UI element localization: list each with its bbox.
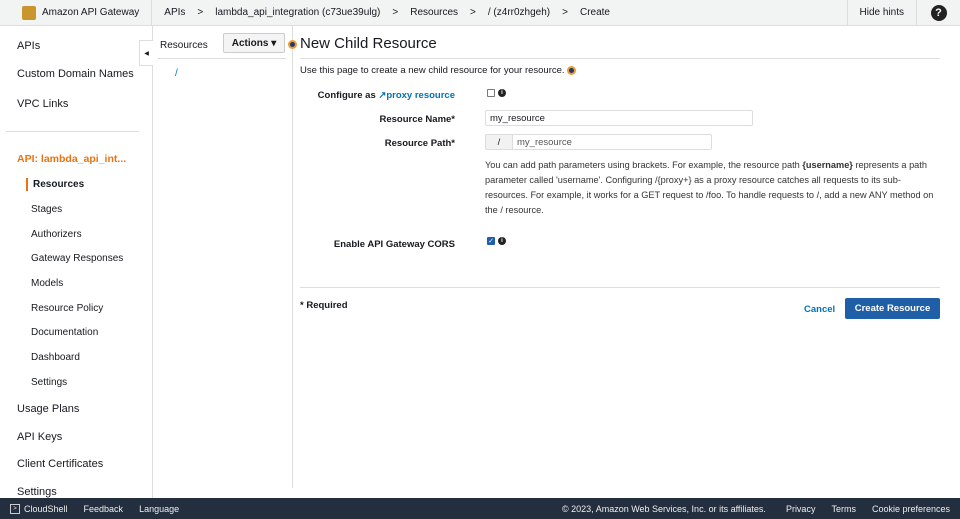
- create-resource-button[interactable]: Create Resource: [845, 298, 940, 319]
- caret-left-icon: ◀: [144, 50, 149, 57]
- resource-path-input[interactable]: my_resource: [512, 134, 712, 150]
- tree-root-resource[interactable]: /: [175, 68, 178, 79]
- divider: [300, 287, 940, 288]
- copyright: © 2023, Amazon Web Services, Inc. or its…: [562, 503, 766, 514]
- sidebar-item-models[interactable]: Models: [31, 278, 63, 289]
- divider: [158, 58, 286, 59]
- sidebar-item-resource-policy[interactable]: Resource Policy: [31, 303, 103, 314]
- terms-link[interactable]: Terms: [831, 504, 856, 514]
- actions-dropdown[interactable]: Actions ▾: [223, 33, 285, 53]
- separator: >: [470, 7, 476, 18]
- crumb-api[interactable]: lambda_api_integration (c73ue39ulg): [215, 7, 380, 18]
- intro-label: Use this page to create a new child reso…: [300, 65, 565, 76]
- separator: >: [392, 7, 399, 18]
- sidebar-item-stages[interactable]: Stages: [31, 204, 62, 215]
- divider: [6, 131, 139, 132]
- sidebar-item-authorizers[interactable]: Authorizers: [31, 229, 82, 240]
- sidebar-item-vpc-links[interactable]: VPC Links: [17, 98, 68, 110]
- info-icon[interactable]: i: [498, 89, 506, 97]
- sidebar-api-name[interactable]: API: lambda_api_int...: [17, 153, 126, 165]
- sidebar-item-dashboard[interactable]: Dashboard: [31, 352, 80, 363]
- sidebar: APIs Custom Domain Names VPC Links API: …: [0, 26, 153, 498]
- cloudshell-icon: >: [10, 503, 20, 514]
- breadcrumb: APIs > lambda_api_integration (c73ue39ulg…: [152, 7, 846, 18]
- crumb-resources[interactable]: Resources: [410, 7, 458, 18]
- required-note: * Required: [300, 300, 348, 311]
- help-part: You can add path parameters using bracke…: [485, 160, 803, 170]
- hide-hints-button[interactable]: Hide hints: [846, 0, 916, 26]
- proxy-label: Configure as ↗proxy resource: [300, 90, 455, 101]
- footer: > CloudShell Feedback Language © 2023, A…: [0, 498, 960, 519]
- hint-dot-icon[interactable]: [567, 65, 577, 75]
- sidebar-item-api-settings[interactable]: Settings: [31, 377, 67, 388]
- cloudshell-button[interactable]: CloudShell: [24, 504, 68, 514]
- cors-label: Enable API Gateway CORS: [333, 239, 455, 250]
- collapse-sidebar-button[interactable]: ◀: [139, 40, 153, 66]
- sidebar-item-resources[interactable]: Resources: [33, 179, 84, 190]
- hint-dot-icon[interactable]: [288, 40, 297, 49]
- resource-path-label: Resource Path*: [384, 138, 455, 149]
- sidebar-item-client-certificates[interactable]: Client Certificates: [17, 458, 103, 470]
- sidebar-item-api-keys[interactable]: API Keys: [17, 431, 62, 443]
- info-icon[interactable]: i: [498, 237, 506, 245]
- help-bold: {username}: [802, 160, 853, 170]
- help-button[interactable]: ?: [916, 0, 960, 26]
- crumb-apis[interactable]: APIs: [164, 7, 185, 18]
- sidebar-item-gateway-responses[interactable]: Gateway Responses: [31, 253, 123, 264]
- resource-tree: Resources Actions ▾ /: [153, 26, 293, 488]
- sidebar-item-usage-plans[interactable]: Usage Plans: [17, 403, 79, 415]
- proxy-prefix: Configure as: [317, 90, 376, 101]
- api-gateway-logo-icon: [22, 5, 36, 20]
- crumb-root[interactable]: / (z4rr0zhgeh): [488, 7, 550, 18]
- brand[interactable]: Amazon API Gateway: [0, 0, 153, 26]
- privacy-link[interactable]: Privacy: [786, 504, 816, 514]
- intro-text: Use this page to create a new child reso…: [300, 65, 577, 76]
- path-help-text: You can add path parameters using bracke…: [485, 158, 940, 218]
- cors-checkbox[interactable]: ✓: [487, 237, 495, 245]
- crumb-create: Create: [579, 7, 610, 18]
- active-indicator: [26, 178, 28, 191]
- resource-path-prefix: /: [485, 134, 512, 150]
- language-link[interactable]: Language: [139, 504, 562, 514]
- top-bar: Amazon API Gateway APIs > lambda_api_inte…: [0, 0, 960, 26]
- separator: >: [197, 7, 204, 18]
- proxy-resource-link[interactable]: proxy resource: [386, 90, 455, 101]
- sidebar-item-documentation[interactable]: Documentation: [31, 327, 98, 338]
- sidebar-item-custom-domains[interactable]: Custom Domain Names: [17, 68, 134, 80]
- feedback-link[interactable]: Feedback: [84, 504, 124, 514]
- resource-name-input[interactable]: my_resource: [485, 110, 753, 126]
- tree-title: Resources: [160, 40, 208, 51]
- cancel-button[interactable]: Cancel: [804, 304, 835, 315]
- sidebar-item-settings[interactable]: Settings: [17, 486, 57, 498]
- separator: >: [562, 7, 568, 18]
- page-title: New Child Resource: [300, 35, 437, 52]
- help-icon: ?: [930, 4, 947, 21]
- sidebar-item-apis[interactable]: APIs: [17, 40, 40, 52]
- proxy-resource-checkbox[interactable]: [487, 89, 495, 97]
- resource-name-label: Resource Name*: [379, 114, 455, 125]
- divider: [300, 58, 940, 59]
- cookie-preferences-link[interactable]: Cookie preferences: [872, 504, 950, 514]
